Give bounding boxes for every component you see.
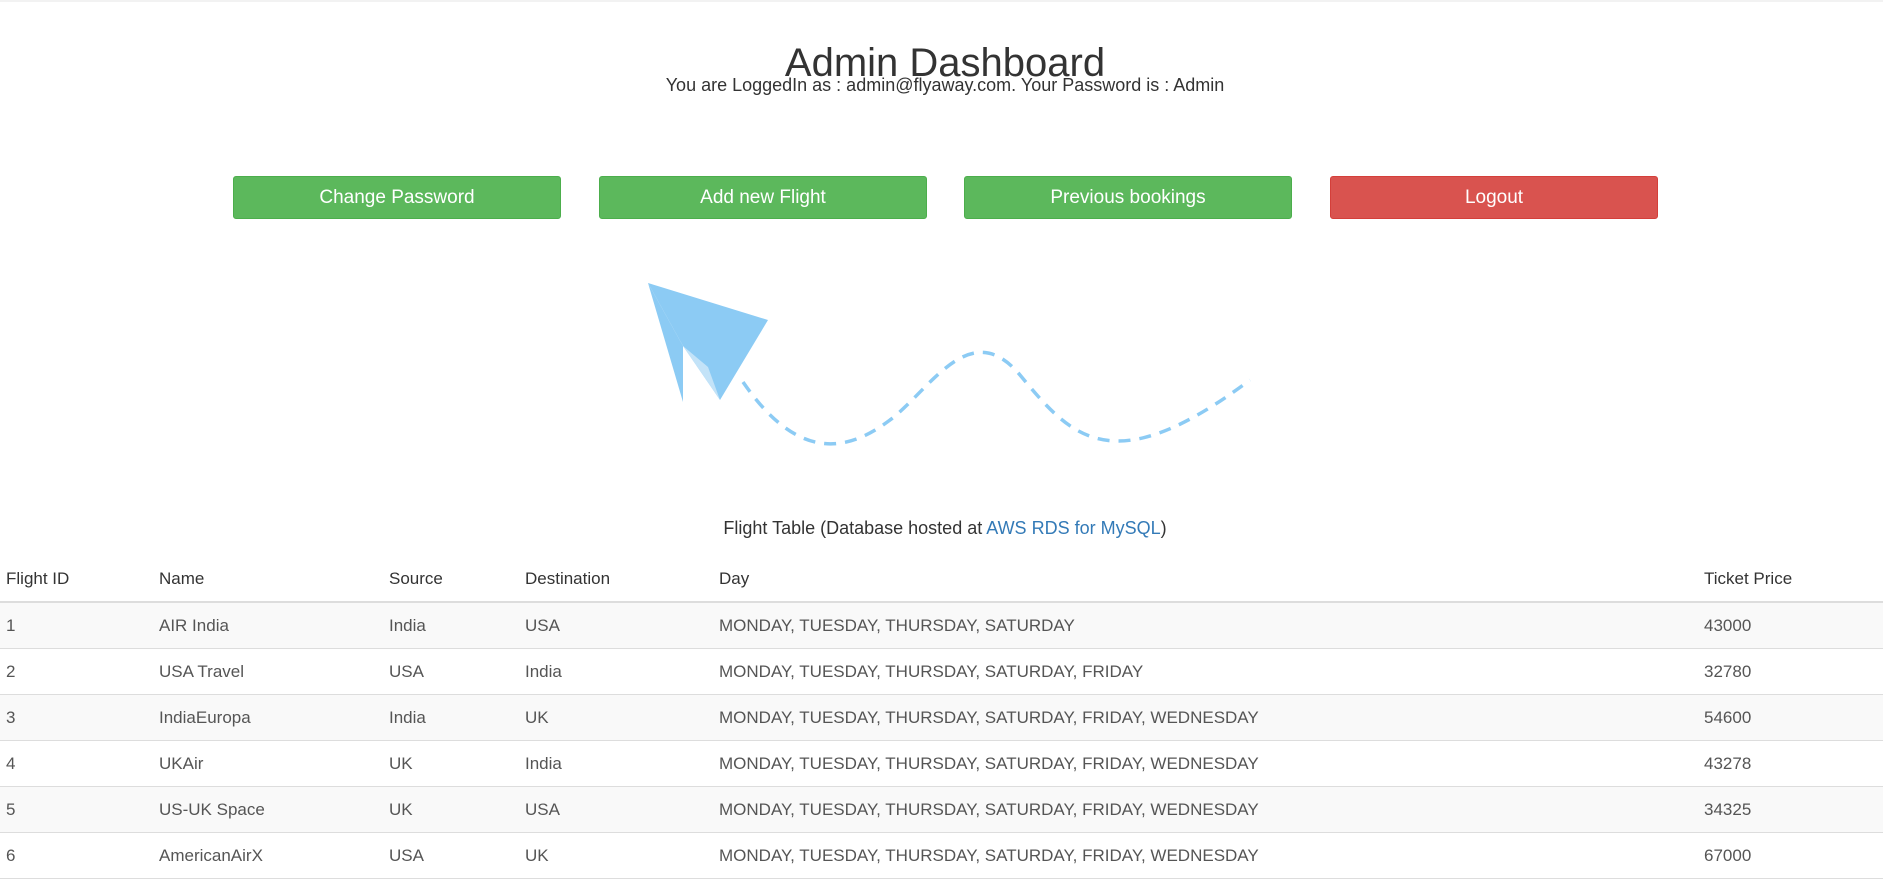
header-day: Day <box>713 556 1698 603</box>
previous-bookings-button[interactable]: Previous bookings <box>964 176 1292 219</box>
cell-ticket-price: 43278 <box>1698 740 1883 787</box>
cell-day: MONDAY, TUESDAY, THURSDAY, SATURDAY, FRI… <box>713 786 1698 833</box>
cell-name: AmericanAirX <box>153 832 383 879</box>
cell-flight-id: 3 <box>0 694 153 741</box>
caption-prefix: Flight Table (Database hosted at <box>723 518 987 538</box>
cell-name: USA Travel <box>153 648 383 695</box>
cell-destination: UK <box>519 832 713 879</box>
cell-flight-id: 6 <box>0 832 153 879</box>
cell-ticket-price: 67000 <box>1698 832 1883 879</box>
table-row: 5 US-UK Space UK USA MONDAY, TUESDAY, TH… <box>0 786 1883 833</box>
cell-flight-id: 4 <box>0 740 153 787</box>
header-name: Name <box>153 556 383 603</box>
header-source: Source <box>383 556 519 603</box>
cell-ticket-price: 54600 <box>1698 694 1883 741</box>
cell-destination: USA <box>519 786 713 833</box>
cell-source: India <box>383 602 519 649</box>
cell-day: MONDAY, TUESDAY, THURSDAY, SATURDAY <box>713 602 1698 649</box>
change-password-button[interactable]: Change Password <box>233 176 561 219</box>
paper-plane-icon <box>648 283 1252 446</box>
cell-ticket-price: 43000 <box>1698 602 1883 649</box>
add-flight-button[interactable]: Add new Flight <box>599 176 927 219</box>
cell-day: MONDAY, TUESDAY, THURSDAY, SATURDAY, FRI… <box>713 740 1698 787</box>
cell-day: MONDAY, TUESDAY, THURSDAY, SATURDAY, FRI… <box>713 832 1698 879</box>
cell-flight-id: 1 <box>0 602 153 649</box>
cell-source: UK <box>383 740 519 787</box>
cell-name: IndiaEuropa <box>153 694 383 741</box>
header-ticket-price: Ticket Price <box>1698 556 1883 603</box>
cell-source: UK <box>383 786 519 833</box>
cell-source: USA <box>383 832 519 879</box>
cell-name: US-UK Space <box>153 786 383 833</box>
logout-button[interactable]: Logout <box>1330 176 1658 219</box>
cell-ticket-price: 34325 <box>1698 786 1883 833</box>
login-info: You are LoggedIn as : admin@flyaway.com.… <box>665 75 1225 95</box>
header-destination: Destination <box>519 556 713 603</box>
flight-table: Flight ID Name Source Destination Day Ti… <box>0 556 1883 879</box>
table-row: 2 USA Travel USA India MONDAY, TUESDAY, … <box>0 648 1883 695</box>
cell-flight-id: 2 <box>0 648 153 695</box>
cell-source: India <box>383 694 519 741</box>
cell-destination: UK <box>519 694 713 741</box>
cell-destination: USA <box>519 602 713 649</box>
table-row: 1 AIR India India USA MONDAY, TUESDAY, T… <box>0 602 1883 649</box>
table-row: 4 UKAir UK India MONDAY, TUESDAY, THURSD… <box>0 740 1883 787</box>
cell-ticket-price: 32780 <box>1698 648 1883 695</box>
caption-suffix: ) <box>1160 518 1167 538</box>
table-row: 6 AmericanAirX USA UK MONDAY, TUESDAY, T… <box>0 832 1883 879</box>
top-border <box>0 0 1883 2</box>
cell-day: MONDAY, TUESDAY, THURSDAY, SATURDAY, FRI… <box>713 648 1698 695</box>
cell-flight-id: 5 <box>0 786 153 833</box>
cell-name: AIR India <box>153 602 383 649</box>
table-row: 3 IndiaEuropa India UK MONDAY, TUESDAY, … <box>0 694 1883 741</box>
cell-destination: India <box>519 740 713 787</box>
cell-destination: India <box>519 648 713 695</box>
aws-rds-link[interactable]: AWS RDS for MySQL <box>986 518 1160 538</box>
cell-name: UKAir <box>153 740 383 787</box>
table-header-row: Flight ID Name Source Destination Day Ti… <box>0 556 1883 603</box>
cell-day: MONDAY, TUESDAY, THURSDAY, SATURDAY, FRI… <box>713 694 1698 741</box>
flight-table-caption: Flight Table (Database hosted at AWS RDS… <box>0 516 1883 540</box>
header-flight-id: Flight ID <box>0 556 153 603</box>
cell-source: USA <box>383 648 519 695</box>
dashed-flight-path <box>741 350 1252 446</box>
